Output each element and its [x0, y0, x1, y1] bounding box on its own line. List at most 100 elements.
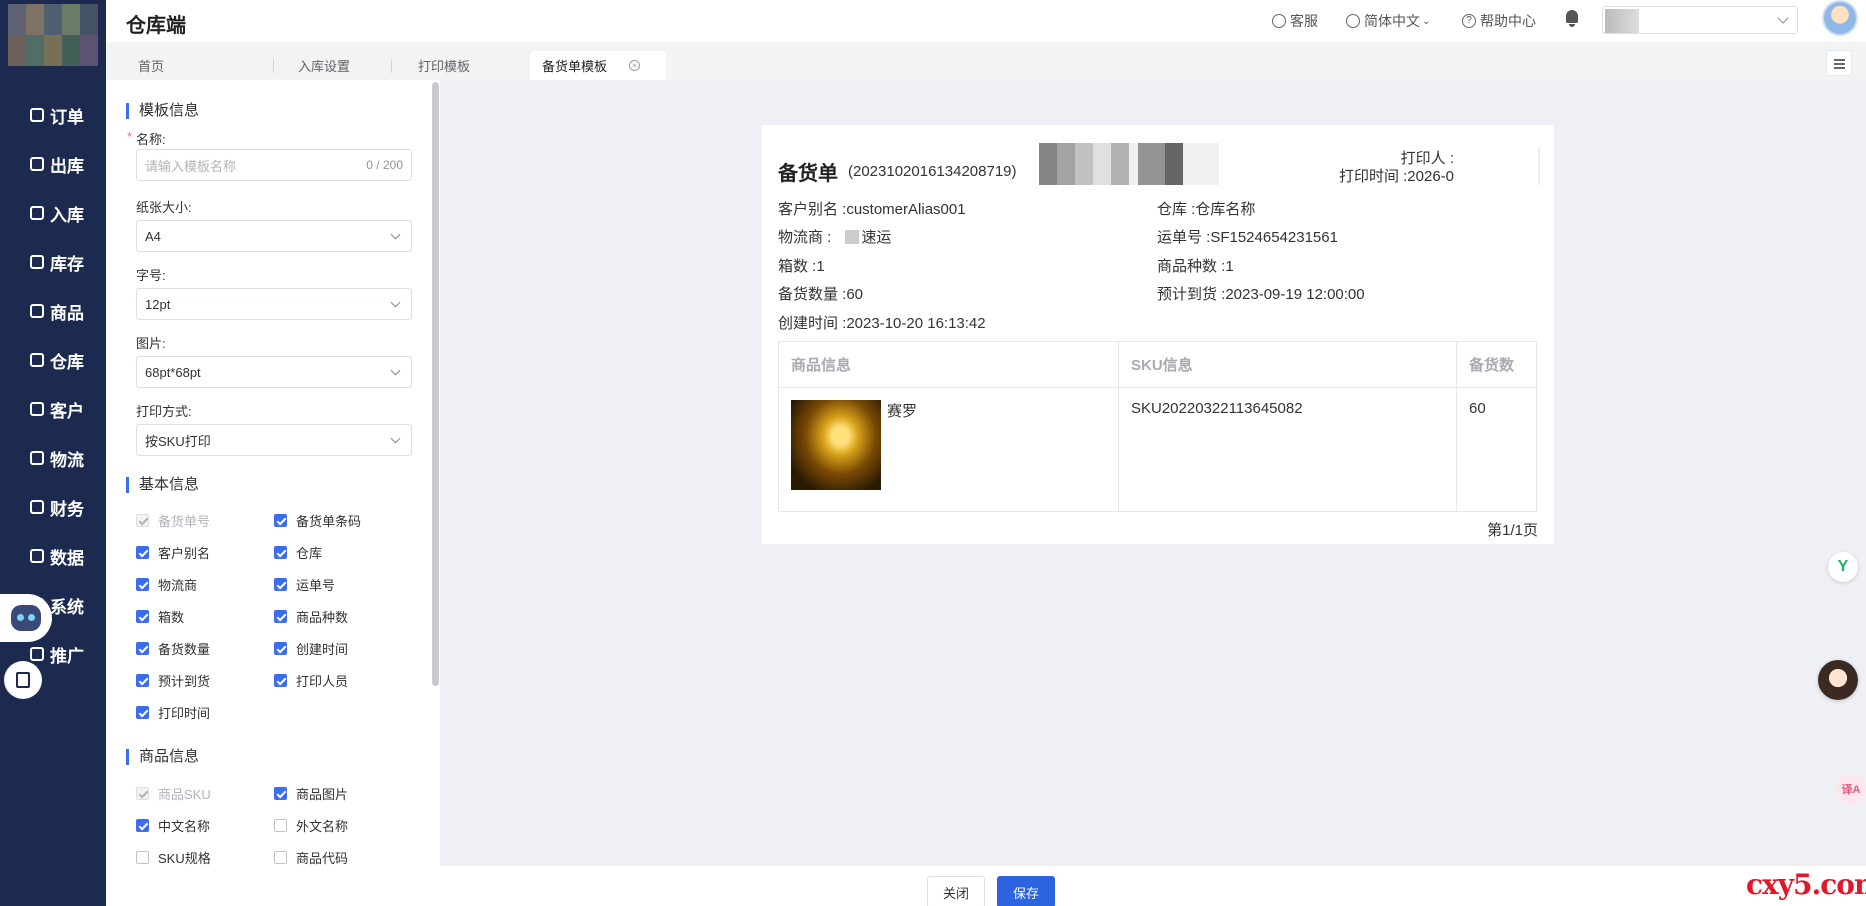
chevron-down-icon: [390, 365, 401, 376]
checkbox-box: [274, 642, 287, 655]
language-select[interactable]: 简体中文 ⌄: [1346, 11, 1430, 31]
checkbox-basic-6[interactable]: 箱数: [136, 607, 184, 626]
panel-scrollbar[interactable]: [432, 82, 439, 686]
support-avatar-button[interactable]: [1818, 660, 1858, 700]
checkbox-basic-9[interactable]: 创建时间: [274, 639, 348, 658]
bell-icon[interactable]: [1564, 10, 1580, 28]
page-tabs: 首页 入库设置 打印模板 备货单模板 ×: [106, 42, 1866, 80]
checkbox-label: 备货单条码: [296, 514, 362, 529]
checkbox-label: 备货数量: [158, 642, 211, 657]
tab-stock-template[interactable]: 备货单模板 ×: [530, 51, 666, 80]
checkbox-label: 商品SKU: [158, 787, 211, 802]
checkbox-basic-12[interactable]: 打印时间: [136, 703, 210, 722]
checkbox-basic-0: 备货单号: [136, 511, 210, 530]
font-size-select[interactable]: 12pt: [136, 288, 412, 320]
organization-select[interactable]: [1602, 6, 1798, 34]
checkbox-box: [274, 546, 287, 559]
preview-print-time: 打印时间 :2026-0: [1338, 168, 1454, 185]
checkbox-box: [136, 546, 149, 559]
user-avatar[interactable]: [1822, 0, 1858, 36]
checkbox-basic-1[interactable]: 备货单条码: [274, 511, 361, 530]
chevron-down-icon: [390, 297, 401, 308]
sidebar-item-warehouse[interactable]: 仓库: [0, 340, 106, 380]
template-settings-panel: 模板信息 * 名称: 请输入模板名称 0 / 200 纸张大小: A4 字号: 12…: [106, 80, 440, 866]
chevron-down-icon: [390, 229, 401, 240]
sidebar-item-orders[interactable]: 订单: [0, 95, 106, 135]
sidebar-item-customers[interactable]: 客户: [0, 389, 106, 429]
font-size-label: 字号:: [136, 268, 166, 283]
checkbox-basic-5[interactable]: 运单号: [274, 575, 335, 594]
sidebar-item-inbound[interactable]: 入库: [0, 193, 106, 233]
tab-print-templates[interactable]: 打印模板: [406, 51, 526, 80]
product-cell: 赛罗: [778, 387, 1119, 512]
checkbox-label: 商品图片: [296, 787, 349, 802]
checkbox-product-1[interactable]: 商品图片: [274, 784, 348, 803]
sidebar-item-data[interactable]: 数据: [0, 536, 106, 576]
sidebar-item-outbound[interactable]: 出库: [0, 144, 106, 184]
checkbox-box: [274, 610, 287, 623]
checkbox-basic-7[interactable]: 商品种数: [274, 607, 348, 626]
preview-tracking: 运单号 :SF1524654231561: [1157, 229, 1338, 246]
redacted-value: [1605, 9, 1639, 33]
checkbox-box: [274, 851, 287, 864]
site-watermark: cxy5.com: [1746, 868, 1866, 901]
image-size-select[interactable]: 68pt*68pt: [136, 356, 412, 388]
section-basic-info: 基本信息: [126, 477, 199, 493]
sidebar-item-finance[interactable]: 财务: [0, 487, 106, 527]
checkbox-basic-2[interactable]: 客户别名: [136, 543, 210, 562]
translate-button[interactable]: 译A: [1836, 774, 1866, 804]
promotion-icon: [30, 647, 44, 661]
tab-home[interactable]: 首页: [126, 51, 274, 80]
preview-quantity: 备货数量 :60: [778, 286, 864, 303]
chart-icon: [30, 549, 44, 563]
notes-button[interactable]: [4, 661, 42, 699]
checkbox-box: [136, 610, 149, 623]
checkbox-basic-8[interactable]: 备货数量: [136, 639, 210, 658]
inventory-icon: [30, 255, 44, 269]
checkbox-basic-10[interactable]: 预计到货: [136, 671, 210, 690]
checkbox-box: [274, 674, 287, 687]
preview-order-number: (2023102016134208719): [848, 163, 1017, 180]
checkbox-box: [136, 819, 149, 832]
name-label: * 名称:: [127, 129, 166, 147]
checkbox-box: [274, 819, 287, 832]
table-row: 赛罗 SKU20220322113645082 60: [778, 387, 1537, 512]
checkbox-basic-11[interactable]: 打印人员: [274, 671, 348, 690]
y-widget-button[interactable]: Y: [1828, 552, 1858, 582]
outbound-icon: [30, 157, 44, 171]
headset-icon: [1272, 14, 1286, 28]
customer-service-link[interactable]: 客服: [1272, 11, 1318, 31]
close-button[interactable]: 关闭: [927, 876, 985, 906]
paper-size-select[interactable]: A4: [136, 220, 412, 252]
template-name-input[interactable]: 请输入模板名称 0 / 200: [136, 149, 412, 181]
print-mode-label: 打印方式:: [136, 404, 192, 419]
translate-icon: 译A: [1841, 784, 1861, 796]
tabs-menu-button[interactable]: [1826, 50, 1852, 76]
preview-customer: 客户别名 :customerAlias001: [778, 201, 966, 218]
print-mode-select[interactable]: 按SKU打印: [136, 424, 412, 456]
bag-icon: [30, 304, 44, 318]
sidebar-item-inventory[interactable]: 库存: [0, 242, 106, 282]
checkbox-product-0: 商品SKU: [136, 784, 211, 803]
checkbox-label: 预计到货: [158, 674, 211, 689]
checkbox-product-4[interactable]: SKU规格: [136, 848, 211, 866]
checkbox-box: [136, 514, 149, 527]
assistant-bot-button[interactable]: [0, 594, 52, 642]
close-icon[interactable]: ×: [629, 60, 641, 71]
checkbox-basic-4[interactable]: 物流商: [136, 575, 197, 594]
sidebar-item-products[interactable]: 商品: [0, 291, 106, 331]
checkbox-label: 箱数: [158, 610, 185, 625]
checkbox-product-2[interactable]: 中文名称: [136, 816, 210, 835]
help-center-link[interactable]: ? 帮助中心: [1462, 11, 1536, 31]
checkbox-label: 物流商: [158, 578, 198, 593]
checkbox-product-3[interactable]: 外文名称: [274, 816, 348, 835]
tab-inbound-settings[interactable]: 入库设置: [274, 51, 392, 80]
checkbox-product-5[interactable]: 商品代码: [274, 848, 348, 866]
sidebar-item-logistics[interactable]: 物流: [0, 438, 106, 478]
chevron-down-icon: [390, 433, 401, 444]
checkbox-basic-3[interactable]: 仓库: [274, 543, 322, 562]
save-button[interactable]: 保存: [997, 876, 1055, 906]
product-image: [791, 400, 881, 490]
table-header: SKU信息: [1118, 341, 1457, 388]
checkbox-box: [136, 851, 149, 864]
